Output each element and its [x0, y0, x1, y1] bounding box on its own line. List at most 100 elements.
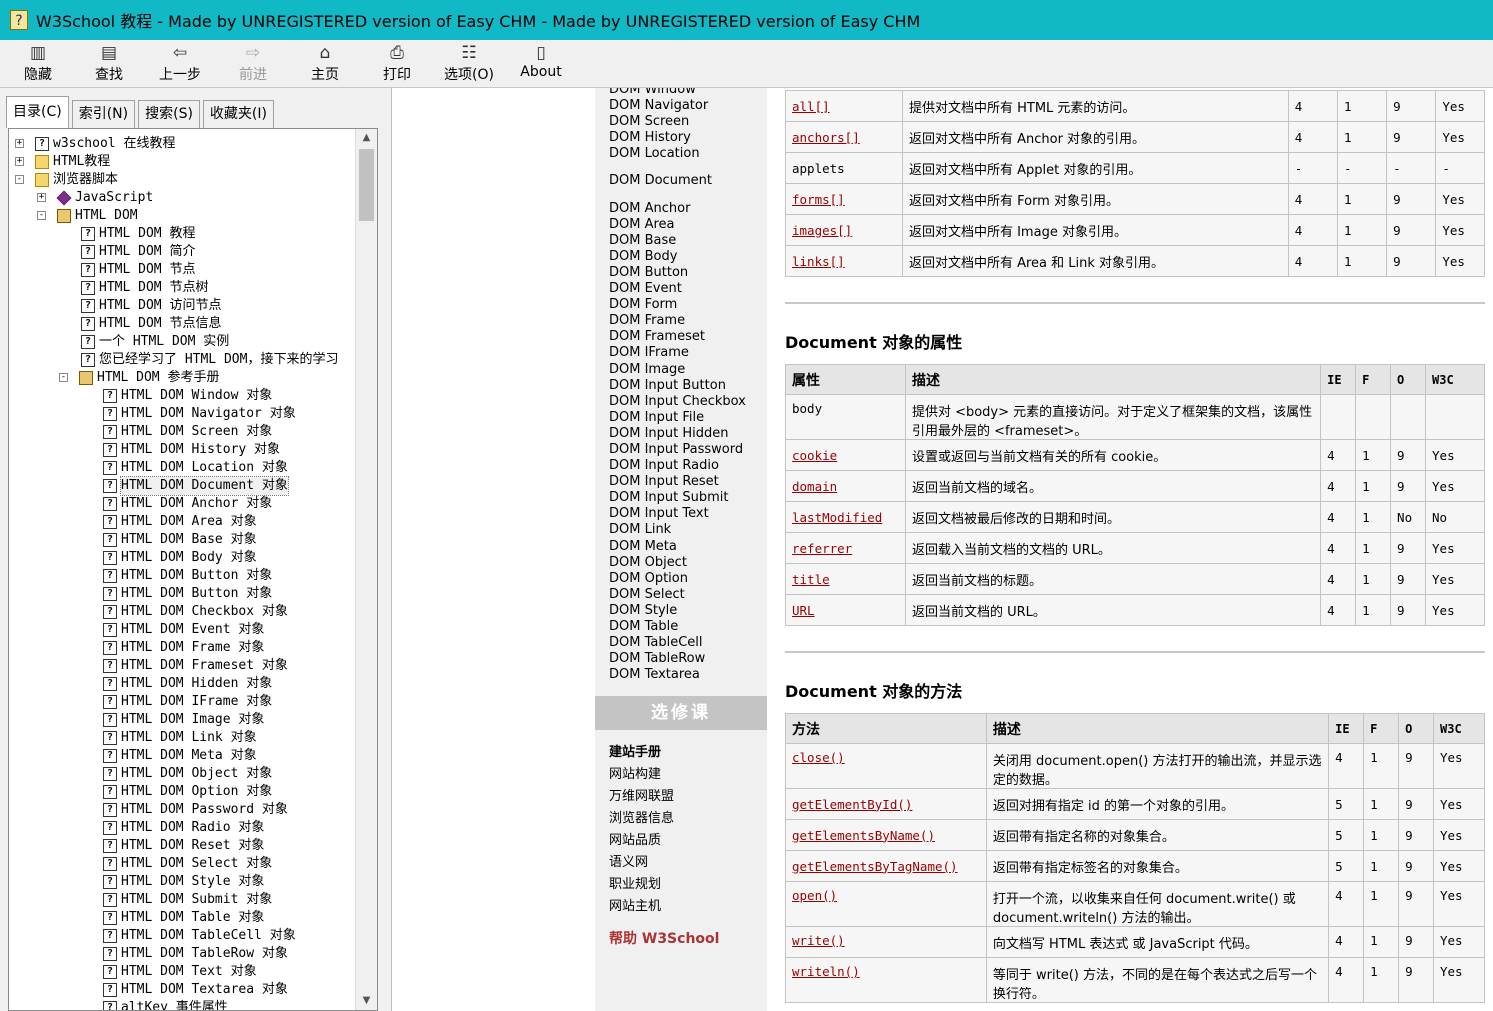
- dom-nav-link[interactable]: DOM Area: [609, 217, 765, 233]
- tab-favorites[interactable]: 收藏夹(I): [202, 100, 274, 128]
- scroll-thumb[interactable]: [359, 149, 374, 221]
- tree-item[interactable]: ? HTML DOM IFrame 对象: [9, 693, 355, 711]
- dom-nav-link[interactable]: DOM Navigator: [609, 98, 765, 114]
- member-name[interactable]: links[]: [785, 245, 903, 277]
- elective-link[interactable]: 网站品质: [609, 830, 765, 852]
- dom-nav-link[interactable]: DOM Window: [609, 88, 765, 98]
- member-name[interactable]: getElementsByTagName(): [785, 850, 987, 882]
- tree-item[interactable]: ? HTML DOM Location 对象: [9, 459, 355, 477]
- dom-nav-link[interactable]: DOM Button: [609, 265, 765, 281]
- elective-link[interactable]: 建站手册: [609, 742, 765, 764]
- dom-nav-link[interactable]: DOM Object: [609, 555, 765, 571]
- tree-item[interactable]: ? HTML DOM Option 对象: [9, 783, 355, 801]
- tree-item[interactable]: ? HTML DOM 节点: [9, 261, 355, 279]
- tab-contents[interactable]: 目录(C): [6, 96, 69, 128]
- tree-scrollbar[interactable]: ▲ ▼: [355, 129, 377, 1010]
- collapse-minus-icon[interactable]: -: [59, 373, 68, 382]
- tree-item[interactable]: ? HTML DOM Navigator 对象: [9, 405, 355, 423]
- dom-nav-link[interactable]: DOM Select: [609, 587, 765, 603]
- options-button[interactable]: ☷ 选项(O): [439, 42, 499, 84]
- dom-nav-link[interactable]: DOM TableRow: [609, 651, 765, 667]
- tree-item[interactable]: ? HTML DOM Table 对象: [9, 909, 355, 927]
- dom-nav-link[interactable]: DOM Document: [609, 173, 765, 189]
- elective-link[interactable]: 职业规划: [609, 874, 765, 896]
- member-name[interactable]: cookie: [785, 439, 906, 471]
- dom-nav-link[interactable]: DOM IFrame: [609, 345, 765, 361]
- dom-nav-link[interactable]: DOM Input Hidden: [609, 426, 765, 442]
- tree-item[interactable]: ? HTML DOM Document 对象: [9, 476, 355, 496]
- dom-nav-link[interactable]: DOM Input File: [609, 410, 765, 426]
- dom-nav-link[interactable]: DOM Table: [609, 619, 765, 635]
- dom-nav-link[interactable]: DOM Link: [609, 522, 765, 538]
- scroll-down-arrow-icon[interactable]: ▼: [356, 992, 377, 1010]
- tree-item[interactable]: ? HTML DOM Button 对象: [9, 585, 355, 603]
- about-button[interactable]: ▯ About: [511, 42, 571, 80]
- tree-item[interactable]: ? HTML DOM Object 对象: [9, 765, 355, 783]
- dom-nav-link[interactable]: DOM Input Checkbox: [609, 394, 765, 410]
- dom-nav-link[interactable]: DOM Meta: [609, 539, 765, 555]
- dom-nav-link[interactable]: DOM Input Submit: [609, 490, 765, 506]
- tree-item[interactable]: ? HTML DOM Select 对象: [9, 855, 355, 873]
- tree-item[interactable]: ? HTML DOM Radio 对象: [9, 819, 355, 837]
- collapse-minus-icon[interactable]: -: [37, 211, 46, 220]
- elective-link[interactable]: 万维网联盟: [609, 786, 765, 808]
- tab-search[interactable]: 搜索(S): [138, 100, 200, 128]
- dom-nav-link[interactable]: DOM Input Reset: [609, 474, 765, 490]
- forward-button[interactable]: ⇨ 前进: [223, 42, 283, 84]
- tree-item[interactable]: ? HTML DOM TableRow 对象: [9, 945, 355, 963]
- member-name[interactable]: getElementsByName(): [785, 819, 987, 851]
- tree-item[interactable]: ? HTML DOM Textarea 对象: [9, 981, 355, 999]
- tree-item[interactable]: ? HTML DOM Frame 对象: [9, 639, 355, 657]
- elective-link[interactable]: 网站主机: [609, 896, 765, 918]
- tree-item[interactable]: ? 您已经学习了 HTML DOM，接下来的学习: [9, 351, 355, 369]
- expand-plus-icon[interactable]: +: [15, 139, 24, 148]
- tree-item[interactable]: ? HTML DOM Hidden 对象: [9, 675, 355, 693]
- expand-plus-icon[interactable]: +: [37, 193, 46, 202]
- dom-nav-link[interactable]: DOM Location: [609, 146, 765, 162]
- tree-item[interactable]: ? HTML DOM Meta 对象: [9, 747, 355, 765]
- back-button[interactable]: ⇦ 上一步: [150, 42, 210, 84]
- dom-nav-link[interactable]: DOM TableCell: [609, 635, 765, 651]
- dom-nav-link[interactable]: DOM Frameset: [609, 329, 765, 345]
- tree-item[interactable]: - HTML DOM: [9, 207, 355, 225]
- dom-nav-link[interactable]: DOM Textarea: [609, 667, 765, 683]
- member-name[interactable]: anchors[]: [785, 121, 903, 153]
- member-name[interactable]: getElementById(): [785, 788, 987, 820]
- tree-item[interactable]: ? HTML DOM 节点树: [9, 279, 355, 297]
- expand-plus-icon[interactable]: +: [15, 157, 24, 166]
- dom-nav-link[interactable]: DOM Input Button: [609, 378, 765, 394]
- member-name[interactable]: open(): [785, 881, 987, 927]
- tree-item[interactable]: + HTML教程: [9, 153, 355, 171]
- collapse-minus-icon[interactable]: -: [15, 175, 24, 184]
- tree-item[interactable]: ? HTML DOM Anchor 对象: [9, 495, 355, 513]
- member-name[interactable]: writeln(): [785, 957, 987, 1003]
- member-name[interactable]: lastModified: [785, 501, 906, 533]
- dom-nav-link[interactable]: DOM Body: [609, 249, 765, 265]
- help-w3school-link[interactable]: 帮助 W3School: [609, 928, 719, 948]
- member-name[interactable]: forms[]: [785, 183, 903, 215]
- tree-item[interactable]: ? HTML DOM 简介: [9, 243, 355, 261]
- tree-item[interactable]: ? HTML DOM History 对象: [9, 441, 355, 459]
- print-button[interactable]: ⎙ 打印: [367, 42, 427, 84]
- dom-nav-link[interactable]: DOM Image: [609, 362, 765, 378]
- tree-item[interactable]: ? 一个 HTML DOM 实例: [9, 333, 355, 351]
- elective-link[interactable]: 网站构建: [609, 764, 765, 786]
- scroll-up-arrow-icon[interactable]: ▲: [356, 129, 377, 147]
- tree-item[interactable]: ? HTML DOM TableCell 对象: [9, 927, 355, 945]
- tree-item[interactable]: ? HTML DOM 节点信息: [9, 315, 355, 333]
- dom-nav-link[interactable]: DOM Style: [609, 603, 765, 619]
- tree-item[interactable]: ? HTML DOM Screen 对象: [9, 423, 355, 441]
- tree-item[interactable]: + JavaScript: [9, 189, 355, 207]
- tree-item[interactable]: ? HTML DOM Event 对象: [9, 621, 355, 639]
- tree-item[interactable]: ? HTML DOM Checkbox 对象: [9, 603, 355, 621]
- tree-item[interactable]: ? HTML DOM Text 对象: [9, 963, 355, 981]
- tree-item[interactable]: ? HTML DOM Window 对象: [9, 387, 355, 405]
- member-name[interactable]: all[]: [785, 90, 903, 122]
- dom-nav-link[interactable]: DOM Base: [609, 233, 765, 249]
- dom-nav-link[interactable]: DOM Anchor: [609, 201, 765, 217]
- tree-item[interactable]: - HTML DOM 参考手册: [9, 369, 355, 387]
- member-name[interactable]: title: [785, 563, 906, 595]
- tree-item[interactable]: +? w3school 在线教程: [9, 135, 355, 153]
- dom-nav-link[interactable]: DOM Event: [609, 281, 765, 297]
- tree-item[interactable]: ? HTML DOM Style 对象: [9, 873, 355, 891]
